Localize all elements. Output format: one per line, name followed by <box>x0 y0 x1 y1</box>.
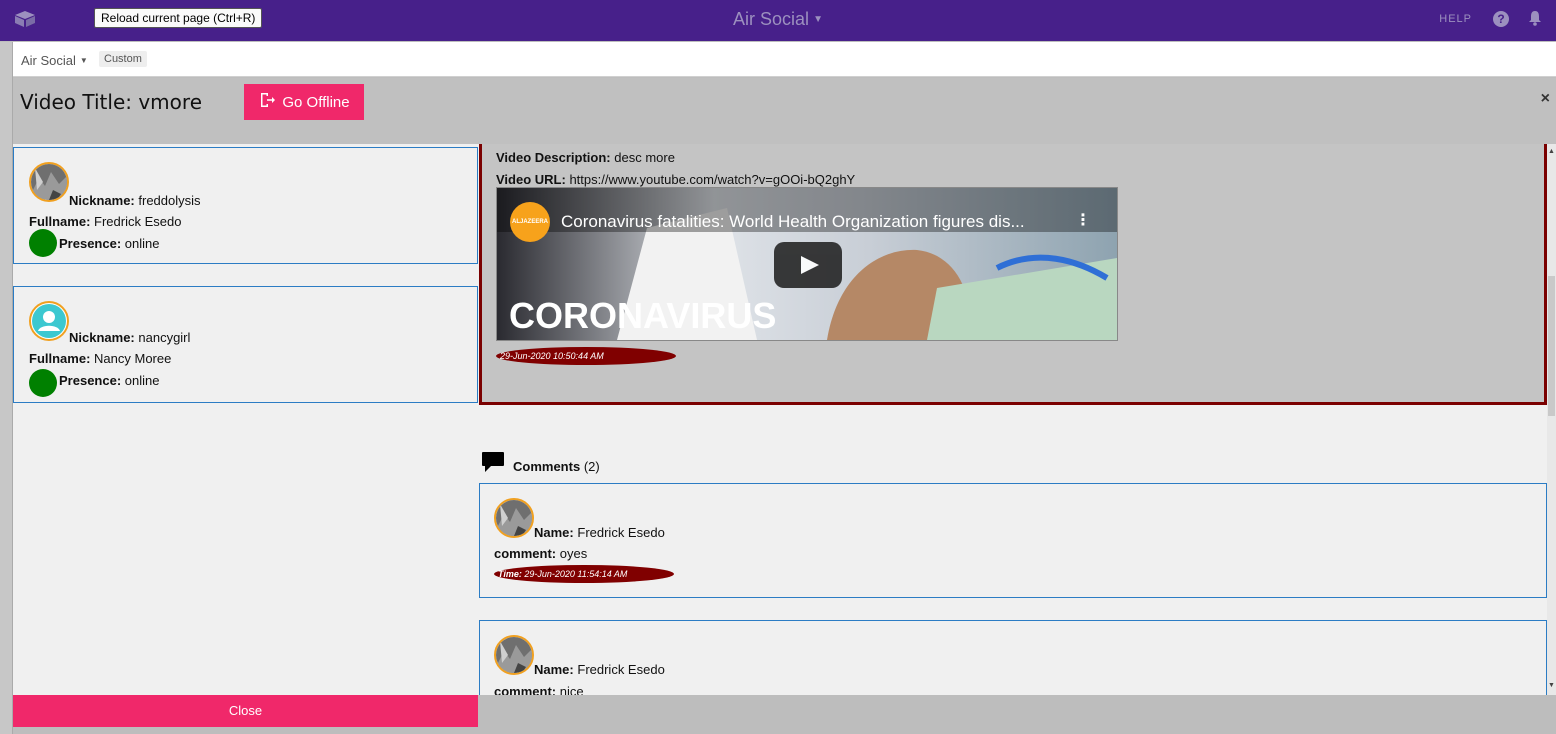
nickname-label: Nickname: <box>69 193 135 208</box>
go-offline-button[interactable]: Go Offline <box>244 84 364 120</box>
chevron-down-icon: ▼ <box>813 14 823 25</box>
reload-tooltip: Reload current page (Ctrl+R) <box>94 8 263 28</box>
help-link[interactable]: HELP <box>1439 13 1472 25</box>
name-value: Fredrick Esedo <box>577 525 665 540</box>
play-button[interactable] <box>774 242 842 288</box>
comment-card: Name: Fredrick Esedo comment: nice <box>479 620 1547 695</box>
comment-label: comment: <box>494 684 557 695</box>
question-circle-icon[interactable]: ? <box>1493 11 1509 27</box>
custom-badge: Custom <box>99 51 147 67</box>
nickname-label: Nickname: <box>69 330 135 345</box>
bell-icon[interactable] <box>1528 10 1542 31</box>
fullname-label: Fullname: <box>29 351 91 366</box>
video-embed[interactable]: CORONAVIRUS ALJAZEERA Coronavirus fatali… <box>496 187 1118 341</box>
presence-label: Presence: <box>59 373 122 388</box>
chevron-down-icon: ▼ <box>79 56 88 65</box>
more-vertical-icon[interactable]: ⋮ <box>1075 210 1091 230</box>
comments-count: (2) <box>583 459 600 474</box>
nickname-value: freddolysis <box>138 193 201 208</box>
fullname-value: Fredrick Esedo <box>94 214 182 229</box>
avatar <box>494 635 534 675</box>
app-subbar: Air Social ▼ Custom <box>13 42 1556 77</box>
comment-text: nice <box>559 684 584 695</box>
name-label: Name: <box>534 525 574 540</box>
vertical-scrollbar[interactable]: ▲ ▼ <box>1547 144 1556 695</box>
video-timestamp: 29-Jun-2020 10:50:44 AM <box>496 347 676 365</box>
video-block: Video Description: desc more Video URL: … <box>479 144 1547 405</box>
video-url-label: Video URL: <box>496 172 566 187</box>
user-card[interactable]: Nickname: freddolysis Fullname: Fredrick… <box>13 147 478 264</box>
nickname-value: nancygirl <box>138 330 191 345</box>
comments-label: Comments <box>513 459 581 474</box>
modal-footer-backdrop <box>479 695 1556 734</box>
fullname-value: Nancy Moree <box>94 351 172 366</box>
scroll-down-icon[interactable]: ▼ <box>1548 682 1555 689</box>
video-description-value: desc more <box>614 150 675 165</box>
presence-value: online <box>124 373 160 388</box>
presence-value: online <box>124 236 160 251</box>
background-sidebar-strip <box>0 42 13 734</box>
video-title: Video Title: vmore <box>20 90 202 114</box>
play-icon <box>801 256 819 274</box>
avatar <box>29 162 69 202</box>
comment-text: oyes <box>559 546 588 561</box>
online-users-panel: Nickname: freddolysis Fullname: Fredrick… <box>13 144 479 695</box>
fullname-label: Fullname: <box>29 214 91 229</box>
scroll-up-icon[interactable]: ▲ <box>1548 148 1555 155</box>
presence-online-icon <box>29 369 57 397</box>
comment-label: comment: <box>494 546 557 561</box>
close-icon[interactable]: × <box>1541 90 1550 108</box>
avatar <box>494 498 534 538</box>
user-card[interactable]: Nickname: nancygirl Fullname: Nancy More… <box>13 286 478 403</box>
time-value: 29-Jun-2020 11:54:14 AM <box>524 569 628 579</box>
video-description-label: Video Description: <box>496 150 611 165</box>
modal-header: Video Title: vmore Go Offline × <box>13 78 1556 144</box>
video-detail-panel: Video Description: desc more Video URL: … <box>479 144 1547 695</box>
channel-name: ALJAZEERA <box>511 219 548 225</box>
embed-title[interactable]: Coronavirus fatalities: World Health Org… <box>561 212 1025 232</box>
scrollbar-thumb[interactable] <box>1548 276 1555 416</box>
comment-time: Time: 29-Jun-2020 11:54:14 AM <box>494 565 674 583</box>
video-url-value[interactable]: https://www.youtube.com/watch?v=gOOi-bQ2… <box>569 172 855 187</box>
presence-label: Presence: <box>59 236 122 251</box>
comment-bubble-icon <box>481 451 505 476</box>
name-label: Name: <box>534 662 574 677</box>
close-button[interactable]: Close <box>13 695 478 727</box>
channel-logo-icon[interactable]: ALJAZEERA <box>510 202 550 242</box>
go-offline-label: Go Offline <box>282 93 350 111</box>
presence-online-icon <box>29 229 57 257</box>
name-value: Fredrick Esedo <box>577 662 665 677</box>
comment-card: Name: Fredrick Esedo comment: oyes Time:… <box>479 483 1547 598</box>
time-label: Time: <box>498 569 522 579</box>
logout-icon <box>258 91 276 113</box>
app-switcher[interactable]: Air Social ▼ <box>21 53 88 68</box>
banner-text: CORONAVIRUS <box>509 295 776 336</box>
avatar <box>29 301 69 341</box>
comments-header: Comments (2) <box>481 451 600 476</box>
